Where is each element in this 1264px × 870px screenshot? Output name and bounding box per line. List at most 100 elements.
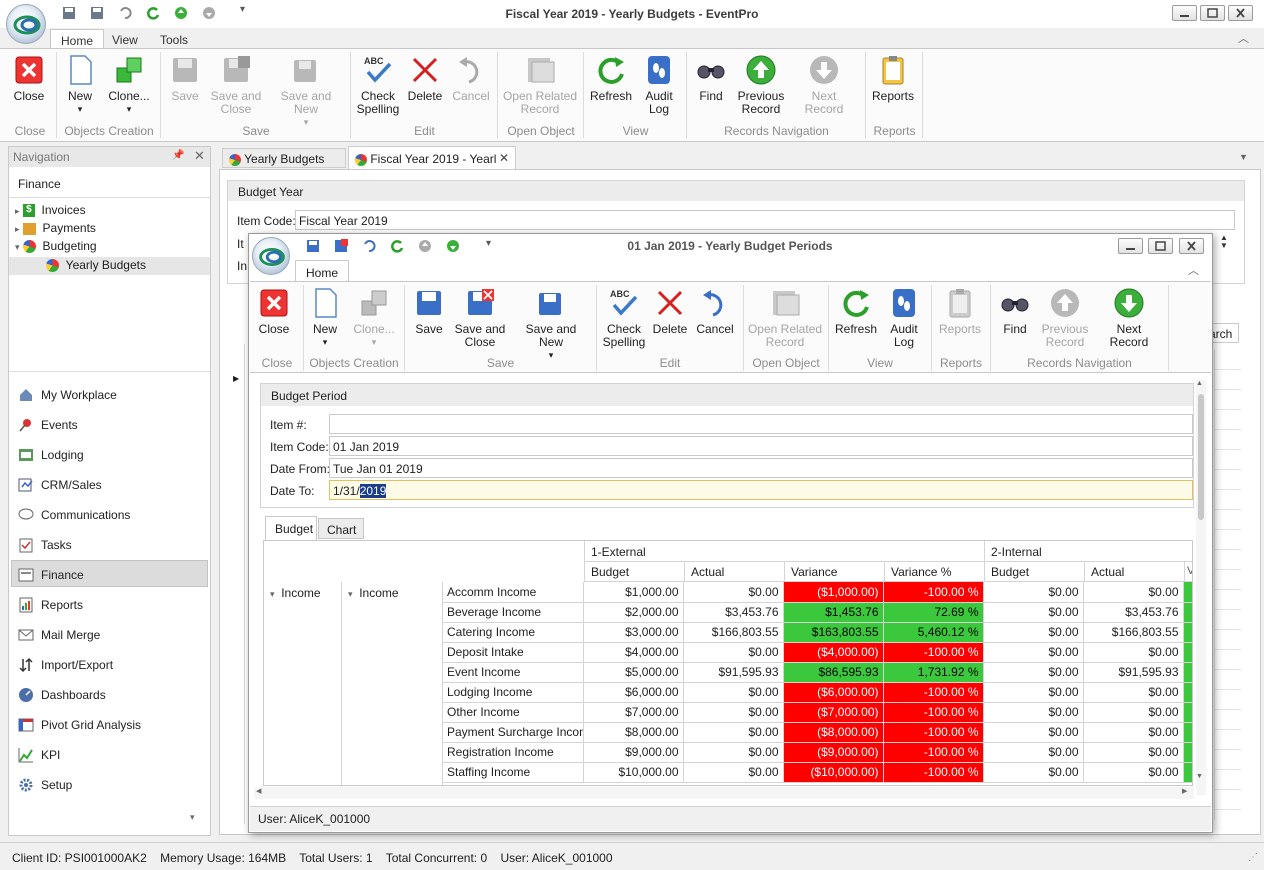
actual-cell[interactable]: $3,453.76 — [683, 602, 784, 623]
row-name-cell[interactable]: Accomm Income — [443, 582, 584, 603]
table-row[interactable]: Beverage Income $2,000.00 $3,453.76 $1,453.… — [443, 602, 1192, 623]
budget-internal-cell[interactable]: $0.00 — [983, 582, 1084, 603]
row-name-cell[interactable]: Deposit Intake — [443, 642, 584, 663]
actual-internal-cell[interactable]: $166,803.55 — [1083, 622, 1184, 643]
variance-cell[interactable]: $86,595.93 — [783, 662, 884, 683]
row-name-cell[interactable]: Registration Income — [443, 742, 584, 763]
row-name-cell[interactable]: Staffing Income — [443, 762, 584, 783]
dialog-close-record-button[interactable]: Close — [256, 287, 292, 336]
dialog-next-record-button[interactable]: Next Record — [1096, 287, 1162, 349]
dialog-app-logo[interactable] — [252, 237, 290, 275]
actual-internal-cell[interactable]: $0.00 — [1083, 642, 1184, 663]
variance-cell[interactable]: ($1,000.00) — [783, 582, 884, 603]
budget-internal-cell[interactable]: $0.00 — [983, 622, 1084, 643]
collapse-row-icon[interactable]: ▾ — [270, 589, 275, 599]
tree-item-yearly-budgets[interactable]: Yearly Budgets — [9, 257, 210, 275]
minimize-button[interactable] — [1172, 5, 1197, 21]
table-row[interactable]: Registration Income $9,000.00 $0.00 ($9,000… — [443, 742, 1192, 763]
tree-item-payments[interactable]: ▸ Payments — [15, 221, 96, 235]
row-name-cell[interactable]: Event Income — [443, 662, 584, 683]
dialog-clone-button[interactable]: Clone... ▾ — [348, 287, 400, 349]
row-name-cell[interactable]: Beverage Income — [443, 602, 584, 623]
actual-cell[interactable]: $0.00 — [683, 702, 784, 723]
tabs-dropdown-icon[interactable]: ▼ — [1239, 152, 1248, 162]
tab-tools[interactable]: Tools — [150, 29, 198, 49]
dialog-check-spelling-button[interactable]: ABC Check Spelling — [600, 287, 648, 349]
doc-tab-fiscal-year[interactable]: Fiscal Year 2019 - Yearl — [348, 146, 516, 170]
dialog-vertical-scrollbar[interactable]: ▲ ▼ — [1196, 380, 1206, 795]
table-row[interactable]: Staffing Income $10,000.00 $0.00 ($10,000.0… — [443, 762, 1192, 783]
maximize-button[interactable] — [1200, 5, 1225, 21]
audit-log-button[interactable]: Audit Log — [638, 54, 680, 116]
table-row[interactable]: Accomm Income $1,000.00 $0.00 ($1,000.00) -1… — [443, 582, 1192, 603]
collapse-ribbon-icon[interactable]: ︿ — [1238, 30, 1249, 46]
budget-cell[interactable]: $7,000.00 — [583, 702, 684, 723]
row-name-cell[interactable]: Catering Income — [443, 622, 584, 643]
scroll-down-icon[interactable]: ▼ — [1196, 773, 1203, 780]
variance-pct-cell[interactable]: -100.00 % — [883, 762, 984, 783]
actual-internal-cell[interactable]: $91,595.93 — [1083, 662, 1184, 683]
subtab-chart[interactable]: Chart — [318, 518, 364, 539]
previous-record-button[interactable]: Previous Record — [734, 54, 788, 116]
close-panel-icon[interactable]: ✕ — [194, 148, 205, 164]
variance-cell[interactable]: ($10,000.00) — [783, 762, 884, 783]
budget-cell[interactable]: $8,000.00 — [583, 722, 684, 743]
variance-pct-cell[interactable]: 1,731.92 % — [883, 662, 984, 683]
dlg-qa-refresh-icon[interactable] — [390, 239, 404, 253]
budget-cell[interactable]: $9,000.00 — [583, 742, 684, 763]
budget-internal-cell[interactable]: $0.00 — [983, 662, 1084, 683]
tree-item-invoices[interactable]: ▸ $ Invoices — [15, 203, 86, 218]
actual-internal-cell[interactable]: $0.00 — [1083, 702, 1184, 723]
table-row[interactable]: Payment Surcharge Income $8,000.00 $0.00 ($… — [443, 722, 1192, 743]
actual-cell[interactable]: $0.00 — [683, 642, 784, 663]
variance-pct-cell[interactable]: 5,460.12 % — [883, 622, 984, 643]
dialog-refresh-button[interactable]: Refresh — [832, 287, 880, 336]
dialog-save-button[interactable]: Save — [408, 287, 450, 336]
variance-pct-cell[interactable]: -100.00 % — [883, 702, 984, 723]
dlg-qa-previous-icon[interactable] — [418, 239, 432, 253]
dialog-close-button[interactable] — [1179, 238, 1204, 254]
budget-internal-cell[interactable]: $0.00 — [983, 642, 1084, 663]
budget-internal-cell[interactable]: $0.00 — [983, 762, 1084, 783]
row-name-cell[interactable]: Other Income — [443, 702, 584, 723]
refresh-button[interactable]: Refresh — [588, 54, 634, 103]
scroll-right-icon[interactable]: ▶ — [1182, 787, 1187, 795]
dlg-qa-save-close-icon[interactable] — [334, 239, 348, 253]
dialog-find-button[interactable]: Find — [994, 287, 1036, 336]
save-and-new-button[interactable]: Save and New ▾ — [268, 54, 344, 129]
dialog-delete-button[interactable]: Delete — [650, 287, 690, 336]
variance-cell[interactable]: ($6,000.00) — [783, 682, 884, 703]
subtab-budget[interactable]: Budget — [265, 516, 317, 540]
period-item-code-field[interactable]: 01 Jan 2019 — [329, 436, 1193, 456]
variance-cell[interactable]: ($4,000.00) — [783, 642, 884, 663]
actual-cell[interactable]: $0.00 — [683, 722, 784, 743]
dialog-previous-record-button[interactable]: Previous Record — [1038, 287, 1092, 349]
col-header-variance-pct[interactable]: Variance % — [884, 562, 984, 582]
budget-cell[interactable]: $2,000.00 — [583, 602, 684, 623]
variance-pct-cell[interactable]: -100.00 % — [883, 642, 984, 663]
col-header-actual[interactable]: Actual — [684, 562, 784, 582]
scroll-up-icon[interactable]: ▲ — [1196, 380, 1203, 387]
dialog-reports-button[interactable]: Reports — [934, 287, 986, 336]
table-row[interactable]: Other Income $7,000.00 $0.00 ($7,000.00) -10… — [443, 702, 1192, 723]
date-to-field[interactable]: 1/31/2019 — [329, 480, 1193, 500]
actual-cell[interactable]: $0.00 — [683, 762, 784, 783]
dialog-minimize-button[interactable] — [1118, 238, 1143, 254]
table-row[interactable]: Event Income $5,000.00 $91,595.93 $86,595.9… — [443, 662, 1192, 683]
reports-button[interactable]: Reports — [870, 54, 916, 103]
actual-cell[interactable]: $0.00 — [683, 682, 784, 703]
budget-internal-cell[interactable]: $0.00 — [983, 602, 1084, 623]
variance-pct-cell[interactable]: -100.00 % — [883, 742, 984, 763]
dialog-collapse-ribbon-icon[interactable]: ︿ — [1188, 262, 1199, 278]
budget-internal-cell[interactable]: $0.00 — [983, 682, 1084, 703]
dialog-open-related-record-button[interactable]: Open Related Record — [746, 287, 824, 349]
variance-cell[interactable]: $1,453.76 — [783, 602, 884, 623]
col-header-budget-2[interactable]: Budget — [984, 562, 1084, 582]
table-row[interactable]: Catering Income $3,000.00 $166,803.55 $163,… — [443, 622, 1192, 643]
row-name-cell[interactable]: Lodging Income — [443, 682, 584, 703]
nav-overflow-icon[interactable]: ▾ — [190, 812, 195, 823]
budget-cell[interactable]: $4,000.00 — [583, 642, 684, 663]
variance-cell[interactable]: $163,803.55 — [783, 622, 884, 643]
next-record-button[interactable]: Next Record — [792, 54, 856, 116]
actual-internal-cell[interactable]: $0.00 — [1083, 582, 1184, 603]
